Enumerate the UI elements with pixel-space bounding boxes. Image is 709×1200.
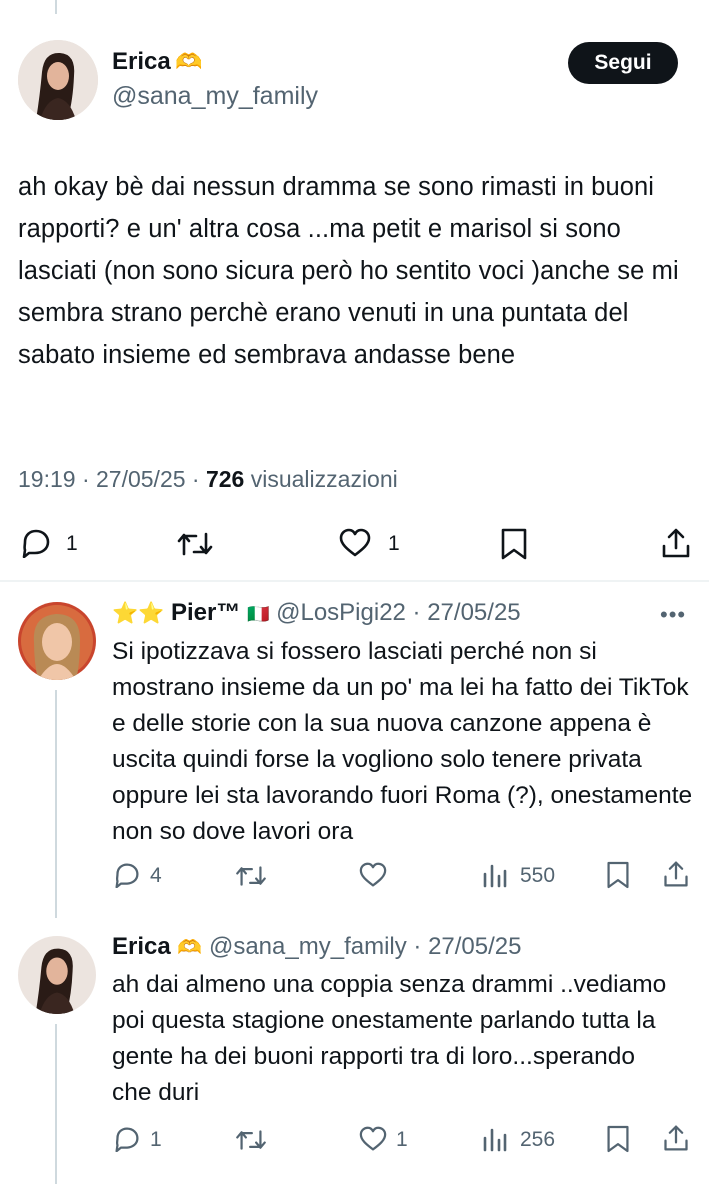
reply-icon[interactable] bbox=[113, 1126, 141, 1152]
reply-header: ⭐⭐ Pier™ 🇮🇹 @LosPigi22 · 27/05/25 bbox=[112, 599, 521, 627]
reply-count: 1 bbox=[150, 1128, 162, 1151]
heart-icon[interactable] bbox=[338, 528, 372, 558]
views-count: 256 bbox=[520, 1128, 556, 1151]
avatar[interactable] bbox=[18, 40, 98, 120]
author-row: Erica 🫶 bbox=[112, 48, 203, 76]
avatar-image bbox=[18, 936, 96, 1014]
share-icon[interactable] bbox=[662, 1123, 690, 1153]
author-handle-date[interactable]: @LosPigi22 · 27/05/25 bbox=[276, 599, 521, 626]
follow-button[interactable]: Segui bbox=[568, 42, 678, 84]
reply-icon[interactable] bbox=[113, 862, 141, 888]
tweet-timestamp[interactable]: 19:19 · 27/05/25 · bbox=[18, 466, 206, 492]
tweet-text: ah okay bè dai nessun dramma se sono rim… bbox=[18, 173, 679, 369]
heart-icon[interactable] bbox=[358, 862, 388, 888]
like-count: 1 bbox=[388, 532, 400, 555]
reply-text: Si ipotizzava si fossero lasciati perché… bbox=[112, 638, 693, 845]
thread-connector-top bbox=[55, 0, 57, 14]
reply-count: 4 bbox=[150, 864, 162, 887]
like-count: 1 bbox=[396, 1128, 408, 1151]
share-icon[interactable] bbox=[660, 526, 692, 560]
more-options-icon[interactable]: ••• bbox=[660, 602, 686, 628]
avatar-image bbox=[18, 40, 98, 120]
bookmark-icon[interactable] bbox=[606, 1124, 630, 1154]
avatar-image bbox=[18, 602, 96, 680]
reply-icon[interactable] bbox=[20, 528, 52, 558]
views-label: visualizzazioni bbox=[244, 466, 398, 492]
author-handle[interactable]: @sana_my_family bbox=[112, 82, 318, 111]
views-icon[interactable] bbox=[482, 862, 508, 888]
author-handle-date[interactable]: @sana_my_family · 27/05/25 bbox=[209, 933, 522, 960]
author-name[interactable]: Erica bbox=[112, 48, 171, 75]
reply-count: 1 bbox=[66, 532, 78, 555]
bookmark-icon[interactable] bbox=[500, 527, 528, 561]
retweet-icon[interactable] bbox=[234, 1128, 268, 1152]
bookmark-icon[interactable] bbox=[606, 860, 630, 890]
reply-text: ah dai almeno una coppia senza drammi ..… bbox=[112, 971, 667, 1106]
author-name[interactable]: Pier™ bbox=[171, 599, 240, 626]
tweet-meta: 19:19 · 27/05/25 · 726 visualizzazioni bbox=[18, 466, 398, 493]
avatar[interactable] bbox=[18, 602, 96, 680]
retweet-icon[interactable] bbox=[176, 530, 214, 558]
heart-icon[interactable] bbox=[358, 1126, 388, 1152]
share-icon[interactable] bbox=[662, 859, 690, 889]
thread-connector bbox=[55, 1024, 57, 1184]
avatar[interactable] bbox=[18, 936, 96, 1014]
views-count: 726 bbox=[205, 466, 245, 492]
reply-header: Erica 🫶 @sana_my_family · 27/05/25 bbox=[112, 933, 521, 961]
hands-heart-icon: 🫶 bbox=[177, 937, 203, 959]
author-name[interactable]: Erica bbox=[112, 933, 171, 960]
hands-heart-icon: 🫶 bbox=[175, 49, 203, 74]
thread-connector bbox=[55, 690, 57, 918]
retweet-icon[interactable] bbox=[234, 864, 268, 888]
star-icon: ⭐⭐ bbox=[112, 602, 165, 625]
italy-flag-icon: 🇮🇹 bbox=[247, 604, 270, 624]
views-icon[interactable] bbox=[482, 1126, 508, 1152]
divider bbox=[0, 580, 709, 582]
views-count: 550 bbox=[520, 864, 556, 887]
